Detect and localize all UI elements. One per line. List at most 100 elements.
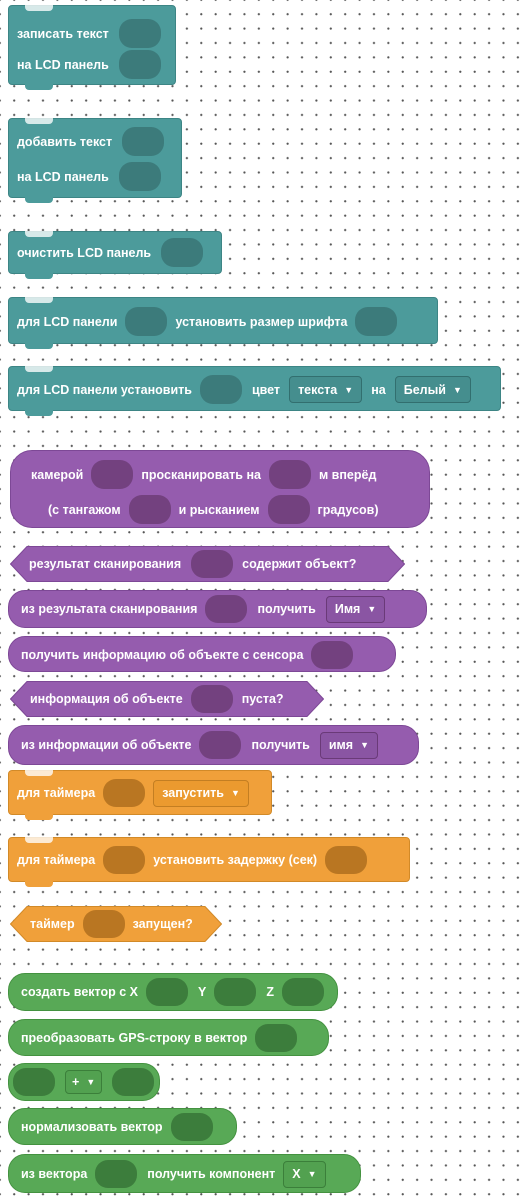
right-vector-slot[interactable] [112, 1068, 155, 1096]
panel-input-slot[interactable] [125, 307, 168, 336]
text-input-slot[interactable] [122, 127, 165, 156]
dropdown-value: имя [328, 738, 354, 752]
dropdown-value: текста [298, 382, 338, 397]
dropdown-value: X [292, 1167, 301, 1181]
block-label: пуста? [241, 692, 284, 706]
x-input-slot[interactable] [146, 978, 188, 1006]
block-label: для таймера [17, 853, 96, 867]
object-info-get-block[interactable]: из информации об объекте получить имя ▼ [8, 725, 419, 765]
dropdown-value: + [72, 1075, 80, 1089]
dropdown-value: Имя [334, 602, 361, 616]
create-vector-block[interactable]: создать вектор с X Y Z [8, 973, 338, 1011]
color-value-dropdown[interactable]: Белый ▼ [394, 376, 471, 403]
panel-input-slot[interactable] [118, 50, 161, 79]
sensor-input-slot[interactable] [311, 641, 354, 669]
z-input-slot[interactable] [281, 978, 324, 1006]
block-label: получить [251, 738, 310, 752]
block-label: на [371, 382, 386, 397]
block-label: камерой [31, 467, 84, 482]
chevron-down-icon: ▼ [230, 788, 240, 798]
sensor-object-info-block[interactable]: получить информацию об объекте с сенсора [8, 636, 396, 672]
vector-operation-block[interactable]: + ▼ [8, 1063, 160, 1101]
block-label: получить информацию об объекте с сенсора [21, 648, 304, 662]
property-dropdown[interactable]: имя ▼ [319, 731, 378, 759]
text-input-slot[interactable] [118, 19, 161, 48]
block-label: просканировать на [141, 467, 261, 482]
timer-set-delay-block[interactable]: для таймера установить задержку (сек) [8, 837, 410, 887]
block-label: запущен? [132, 917, 193, 931]
chevron-down-icon: ▼ [86, 1077, 96, 1087]
block-label: градусов) [317, 502, 379, 517]
delay-input-slot[interactable] [325, 846, 368, 874]
vector-component-block[interactable]: из вектора получить компонент X ▼ [8, 1154, 361, 1193]
yaw-input-slot[interactable] [267, 495, 310, 524]
block-label: м вперёд [318, 467, 377, 482]
lcd-write-text-block[interactable]: записать текст на LCD панель [8, 5, 176, 90]
block-label: добавить текст [17, 134, 113, 149]
vector-input-slot[interactable] [170, 1113, 213, 1141]
block-label: (с тангажом [48, 502, 121, 517]
timer-input-slot[interactable] [103, 779, 146, 807]
gps-to-vector-block[interactable]: преобразовать GPS-строку в вектор [8, 1019, 329, 1056]
chevron-down-icon: ▼ [344, 384, 354, 395]
operator-dropdown[interactable]: + ▼ [65, 1070, 103, 1094]
block-label: информация об объекте [30, 692, 183, 706]
block-label: очистить LCD панель [17, 245, 152, 260]
y-input-slot[interactable] [214, 978, 257, 1006]
vector-input-slot[interactable] [95, 1160, 138, 1188]
component-dropdown[interactable]: X ▼ [283, 1160, 326, 1188]
block-label: преобразовать GPS-строку в вектор [21, 1031, 248, 1045]
block-label: Z [266, 985, 274, 999]
scan-input-slot[interactable] [191, 550, 234, 578]
block-label: создать вектор с X [21, 985, 138, 999]
left-vector-slot[interactable] [13, 1068, 55, 1096]
object-info-empty-block[interactable]: информация об объекте пуста? [10, 681, 324, 717]
lcd-font-size-block[interactable]: для LCD панели установить размер шрифта [8, 297, 438, 349]
lcd-clear-block[interactable]: очистить LCD панель [8, 231, 222, 279]
block-label: таймер [30, 917, 75, 931]
block-label: содержит объект? [242, 557, 357, 571]
block-label: записать текст [17, 26, 109, 41]
chevron-down-icon: ▼ [360, 740, 369, 750]
block-label: результат сканирования [29, 557, 182, 571]
block-label: получить [257, 602, 316, 616]
chevron-down-icon: ▼ [452, 384, 462, 395]
panel-input-slot[interactable] [118, 162, 161, 191]
lcd-set-color-block[interactable]: для LCD панели установить цвет текста ▼ … [8, 366, 501, 416]
normalize-vector-block[interactable]: нормализовать вектор [8, 1108, 237, 1145]
block-label: из вектора [21, 1167, 88, 1181]
timer-running-block[interactable]: таймер запущен? [10, 906, 222, 942]
block-label: нормализовать вектор [21, 1120, 163, 1134]
distance-input-slot[interactable] [268, 460, 311, 489]
pitch-input-slot[interactable] [128, 495, 171, 524]
size-input-slot[interactable] [355, 307, 398, 336]
color-target-dropdown[interactable]: текста ▼ [289, 376, 363, 403]
timer-input-slot[interactable] [82, 910, 125, 938]
timer-input-slot[interactable] [103, 846, 146, 874]
panel-input-slot[interactable] [161, 238, 204, 267]
property-dropdown[interactable]: Имя ▼ [325, 595, 386, 623]
info-input-slot[interactable] [199, 731, 242, 759]
gps-input-slot[interactable] [255, 1024, 298, 1052]
camera-input-slot[interactable] [91, 460, 134, 489]
timer-action-dropdown[interactable]: запустить ▼ [153, 779, 249, 807]
block-label: и рысканием [178, 502, 260, 517]
scan-contains-object-block[interactable]: результат сканирования содержит объект? [10, 546, 405, 582]
scan-input-slot[interactable] [205, 595, 248, 623]
scan-result-get-block[interactable]: из результата сканирования получить Имя … [8, 590, 427, 628]
block-label: Y [198, 985, 207, 999]
block-label: на LCD панель [17, 169, 109, 184]
camera-scan-block[interactable]: камерой просканировать на м вперёд (с та… [10, 450, 430, 528]
block-label: на LCD панель [17, 57, 109, 72]
timer-start-block[interactable]: для таймера запустить ▼ [8, 770, 272, 820]
block-label: из информации об объекте [21, 738, 192, 752]
panel-input-slot[interactable] [199, 375, 242, 404]
block-label: цвет [251, 382, 281, 397]
dropdown-value: Белый [403, 382, 446, 397]
block-label: получить компонент [147, 1167, 276, 1181]
dropdown-value: запустить [162, 786, 224, 800]
lcd-add-text-block[interactable]: добавить текст на LCD панель [8, 118, 182, 203]
chevron-down-icon: ▼ [367, 604, 377, 614]
info-input-slot[interactable] [190, 685, 233, 713]
block-label: установить размер шрифта [175, 314, 348, 329]
